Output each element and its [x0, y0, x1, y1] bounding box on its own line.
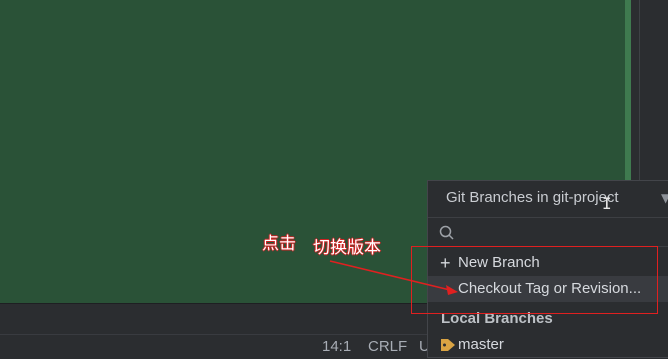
popup-title: Git Branches in git-project — [446, 189, 619, 206]
annotation-click-text: 点击 — [262, 234, 296, 254]
search-icon — [439, 225, 454, 240]
branch-search-field[interactable] — [428, 217, 668, 247]
text-cursor-icon: I — [602, 194, 612, 213]
highlight-box — [411, 246, 658, 314]
branch-label: master — [458, 336, 504, 353]
annotation-switch-text: 切换版本 — [313, 238, 381, 258]
divider — [0, 334, 430, 335]
branch-item-master[interactable]: master — [428, 333, 668, 357]
line-separator[interactable]: CRLF — [368, 338, 407, 355]
tag-icon — [441, 339, 455, 351]
caret-position[interactable]: 14:1 — [322, 338, 351, 355]
filter-icon[interactable]: ▼ — [661, 191, 668, 205]
